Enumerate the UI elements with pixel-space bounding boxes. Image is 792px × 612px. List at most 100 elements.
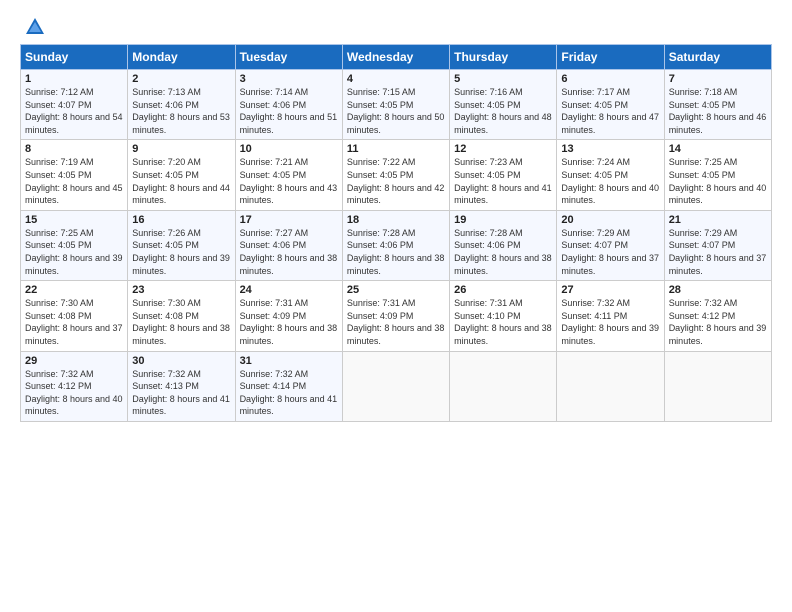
calendar-cell: 8 Sunrise: 7:19 AMSunset: 4:05 PMDayligh… [21,140,128,210]
day-detail: Sunrise: 7:25 AMSunset: 4:05 PMDaylight:… [25,228,123,276]
calendar-cell: 4 Sunrise: 7:15 AMSunset: 4:05 PMDayligh… [342,70,449,140]
day-number: 3 [240,73,338,85]
calendar-cell: 22 Sunrise: 7:30 AMSunset: 4:08 PMDaylig… [21,281,128,351]
calendar-cell [342,351,449,421]
day-detail: Sunrise: 7:17 AMSunset: 4:05 PMDaylight:… [561,87,659,135]
day-number: 6 [561,73,659,85]
calendar-week-5: 29 Sunrise: 7:32 AMSunset: 4:12 PMDaylig… [21,351,772,421]
day-number: 11 [347,143,445,155]
day-number: 24 [240,284,338,296]
calendar-cell: 30 Sunrise: 7:32 AMSunset: 4:13 PMDaylig… [128,351,235,421]
calendar-header-tuesday: Tuesday [235,45,342,70]
day-detail: Sunrise: 7:18 AMSunset: 4:05 PMDaylight:… [669,87,767,135]
day-number: 25 [347,284,445,296]
day-detail: Sunrise: 7:30 AMSunset: 4:08 PMDaylight:… [25,298,123,346]
calendar-cell: 5 Sunrise: 7:16 AMSunset: 4:05 PMDayligh… [450,70,557,140]
calendar-cell: 21 Sunrise: 7:29 AMSunset: 4:07 PMDaylig… [664,210,771,280]
day-detail: Sunrise: 7:32 AMSunset: 4:11 PMDaylight:… [561,298,659,346]
calendar-table: SundayMondayTuesdayWednesdayThursdayFrid… [20,44,772,422]
day-detail: Sunrise: 7:32 AMSunset: 4:14 PMDaylight:… [240,369,338,417]
calendar-cell: 20 Sunrise: 7:29 AMSunset: 4:07 PMDaylig… [557,210,664,280]
calendar-cell: 15 Sunrise: 7:25 AMSunset: 4:05 PMDaylig… [21,210,128,280]
day-detail: Sunrise: 7:28 AMSunset: 4:06 PMDaylight:… [454,228,552,276]
day-number: 19 [454,214,552,226]
calendar-cell: 13 Sunrise: 7:24 AMSunset: 4:05 PMDaylig… [557,140,664,210]
day-number: 1 [25,73,123,85]
day-number: 23 [132,284,230,296]
calendar-header-row: SundayMondayTuesdayWednesdayThursdayFrid… [21,45,772,70]
calendar-cell: 24 Sunrise: 7:31 AMSunset: 4:09 PMDaylig… [235,281,342,351]
day-number: 10 [240,143,338,155]
day-detail: Sunrise: 7:32 AMSunset: 4:12 PMDaylight:… [669,298,767,346]
calendar-cell: 3 Sunrise: 7:14 AMSunset: 4:06 PMDayligh… [235,70,342,140]
calendar-cell [557,351,664,421]
calendar-header-saturday: Saturday [664,45,771,70]
calendar-cell: 1 Sunrise: 7:12 AMSunset: 4:07 PMDayligh… [21,70,128,140]
day-detail: Sunrise: 7:29 AMSunset: 4:07 PMDaylight:… [561,228,659,276]
day-number: 30 [132,355,230,367]
day-number: 8 [25,143,123,155]
calendar-cell: 17 Sunrise: 7:27 AMSunset: 4:06 PMDaylig… [235,210,342,280]
calendar-cell: 19 Sunrise: 7:28 AMSunset: 4:06 PMDaylig… [450,210,557,280]
day-detail: Sunrise: 7:21 AMSunset: 4:05 PMDaylight:… [240,157,338,205]
day-number: 12 [454,143,552,155]
calendar-cell: 27 Sunrise: 7:32 AMSunset: 4:11 PMDaylig… [557,281,664,351]
day-number: 21 [669,214,767,226]
calendar-week-1: 1 Sunrise: 7:12 AMSunset: 4:07 PMDayligh… [21,70,772,140]
day-number: 17 [240,214,338,226]
logo-text [20,16,46,38]
calendar-header-sunday: Sunday [21,45,128,70]
calendar-cell [664,351,771,421]
calendar-week-4: 22 Sunrise: 7:30 AMSunset: 4:08 PMDaylig… [21,281,772,351]
header [20,16,772,34]
day-number: 27 [561,284,659,296]
day-detail: Sunrise: 7:14 AMSunset: 4:06 PMDaylight:… [240,87,338,135]
calendar-cell [450,351,557,421]
calendar-cell: 14 Sunrise: 7:25 AMSunset: 4:05 PMDaylig… [664,140,771,210]
day-detail: Sunrise: 7:30 AMSunset: 4:08 PMDaylight:… [132,298,230,346]
calendar-header-thursday: Thursday [450,45,557,70]
calendar-cell: 7 Sunrise: 7:18 AMSunset: 4:05 PMDayligh… [664,70,771,140]
day-number: 20 [561,214,659,226]
calendar-cell: 11 Sunrise: 7:22 AMSunset: 4:05 PMDaylig… [342,140,449,210]
calendar-header-wednesday: Wednesday [342,45,449,70]
day-detail: Sunrise: 7:32 AMSunset: 4:13 PMDaylight:… [132,369,230,417]
day-detail: Sunrise: 7:26 AMSunset: 4:05 PMDaylight:… [132,228,230,276]
day-detail: Sunrise: 7:20 AMSunset: 4:05 PMDaylight:… [132,157,230,205]
day-number: 13 [561,143,659,155]
day-detail: Sunrise: 7:25 AMSunset: 4:05 PMDaylight:… [669,157,767,205]
day-number: 2 [132,73,230,85]
day-number: 29 [25,355,123,367]
day-number: 28 [669,284,767,296]
day-number: 5 [454,73,552,85]
day-detail: Sunrise: 7:16 AMSunset: 4:05 PMDaylight:… [454,87,552,135]
day-detail: Sunrise: 7:13 AMSunset: 4:06 PMDaylight:… [132,87,230,135]
day-number: 26 [454,284,552,296]
day-detail: Sunrise: 7:31 AMSunset: 4:09 PMDaylight:… [347,298,445,346]
day-detail: Sunrise: 7:12 AMSunset: 4:07 PMDaylight:… [25,87,123,135]
calendar-cell: 25 Sunrise: 7:31 AMSunset: 4:09 PMDaylig… [342,281,449,351]
logo-icon [24,16,46,38]
day-number: 15 [25,214,123,226]
calendar-cell: 26 Sunrise: 7:31 AMSunset: 4:10 PMDaylig… [450,281,557,351]
day-detail: Sunrise: 7:23 AMSunset: 4:05 PMDaylight:… [454,157,552,205]
calendar-cell: 10 Sunrise: 7:21 AMSunset: 4:05 PMDaylig… [235,140,342,210]
day-detail: Sunrise: 7:28 AMSunset: 4:06 PMDaylight:… [347,228,445,276]
calendar-cell: 28 Sunrise: 7:32 AMSunset: 4:12 PMDaylig… [664,281,771,351]
day-number: 9 [132,143,230,155]
calendar-cell: 18 Sunrise: 7:28 AMSunset: 4:06 PMDaylig… [342,210,449,280]
calendar-header-monday: Monday [128,45,235,70]
day-number: 14 [669,143,767,155]
day-detail: Sunrise: 7:24 AMSunset: 4:05 PMDaylight:… [561,157,659,205]
day-number: 22 [25,284,123,296]
calendar-cell: 9 Sunrise: 7:20 AMSunset: 4:05 PMDayligh… [128,140,235,210]
day-number: 18 [347,214,445,226]
calendar-cell: 2 Sunrise: 7:13 AMSunset: 4:06 PMDayligh… [128,70,235,140]
calendar-week-3: 15 Sunrise: 7:25 AMSunset: 4:05 PMDaylig… [21,210,772,280]
logo [20,16,46,34]
calendar-cell: 6 Sunrise: 7:17 AMSunset: 4:05 PMDayligh… [557,70,664,140]
day-detail: Sunrise: 7:32 AMSunset: 4:12 PMDaylight:… [25,369,123,417]
calendar-week-2: 8 Sunrise: 7:19 AMSunset: 4:05 PMDayligh… [21,140,772,210]
calendar-cell: 16 Sunrise: 7:26 AMSunset: 4:05 PMDaylig… [128,210,235,280]
calendar-cell: 29 Sunrise: 7:32 AMSunset: 4:12 PMDaylig… [21,351,128,421]
